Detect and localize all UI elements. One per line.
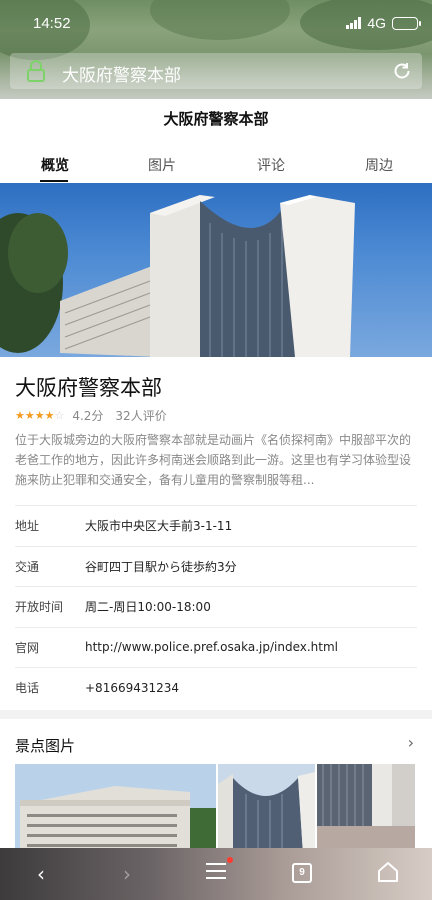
- tab-count-button[interactable]: 9: [292, 863, 312, 883]
- section-divider: [0, 710, 432, 719]
- lock-icon: [27, 60, 45, 82]
- info-value: 周二-周日10:00-18:00: [85, 600, 211, 615]
- page-title: 大阪府警察本部: [163, 110, 269, 128]
- info-row-address: 地址 大阪市中央区大手前3-1-11: [15, 505, 417, 546]
- status-time: 14:52: [33, 15, 71, 32]
- tab-overview[interactable]: 概览: [41, 155, 69, 175]
- info-table: 地址 大阪市中央区大手前3-1-11 交通 谷町四丁目駅から徒歩約3分 开放时间…: [15, 505, 417, 708]
- info-label: 交通: [15, 559, 40, 574]
- info-row-website: 官网 http://www.police.pref.osaka.jp/index…: [15, 626, 417, 668]
- status-indicators: 4G: [346, 15, 421, 31]
- info-label: 开放时间: [15, 600, 64, 615]
- gallery-thumb[interactable]: [15, 764, 216, 854]
- star-rating-icon: ★★★★☆: [15, 409, 65, 422]
- info-label: 地址: [15, 519, 40, 534]
- active-tab-indicator: [40, 180, 68, 182]
- review-count[interactable]: 32人评价: [115, 407, 166, 424]
- info-label: 电话: [15, 681, 40, 696]
- info-value: 谷町四丁目駅から徒歩約3分: [85, 559, 237, 574]
- tab-photos[interactable]: 图片: [148, 155, 176, 175]
- gallery-thumb[interactable]: [218, 764, 315, 854]
- gallery-photo: [15, 764, 216, 854]
- place-name: 大阪府警察本部: [15, 376, 162, 400]
- gallery-title: 景点图片: [15, 737, 76, 755]
- rating-row: ★★★★☆ 4.2分 32人评价: [15, 407, 167, 424]
- status-bar: 14:52 4G: [0, 0, 432, 48]
- menu-icon[interactable]: [206, 862, 226, 880]
- notification-dot: [227, 857, 233, 863]
- info-row-hours: 开放时间 周二-周日10:00-18:00: [15, 586, 417, 627]
- network-type: 4G: [367, 15, 386, 31]
- browser-header: 14:52 4G 大阪府警察本部: [0, 0, 432, 99]
- address-bar[interactable]: 大阪府警察本部: [10, 53, 422, 89]
- hero-image[interactable]: [0, 183, 432, 357]
- chevron-right-icon[interactable]: ›: [408, 733, 414, 752]
- place-description[interactable]: 位于大阪城旁边的大阪府警察本部就是动画片《名侦探柯南》中服部平次的老爸工作的地方…: [15, 430, 420, 490]
- battery-icon: [392, 16, 421, 30]
- website-link[interactable]: http://www.police.pref.osaka.jp/index.ht…: [85, 640, 338, 654]
- forward-button[interactable]: ›: [123, 862, 131, 886]
- address-text[interactable]: 大阪府警察本部: [62, 61, 181, 86]
- info-label: 官网: [15, 640, 40, 655]
- signal-icon: [346, 17, 362, 29]
- back-button[interactable]: ‹: [37, 862, 45, 886]
- refresh-icon[interactable]: [392, 61, 412, 81]
- gallery-thumb[interactable]: [317, 764, 415, 854]
- home-icon[interactable]: [377, 861, 399, 883]
- tab-bar: 概览 图片 评论 周边: [0, 145, 432, 183]
- building-photo: [0, 195, 355, 357]
- tab-reviews[interactable]: 评论: [257, 155, 285, 175]
- rating-score: 4.2分: [72, 409, 104, 423]
- bottom-navigation: ‹ ›: [0, 848, 432, 900]
- tab-nearby[interactable]: 周边: [365, 155, 393, 175]
- gallery-photo: [218, 764, 315, 854]
- info-row-phone: 电话 +81669431234: [15, 667, 417, 708]
- gallery-photo: [317, 764, 415, 854]
- phone-link[interactable]: +81669431234: [85, 681, 179, 695]
- info-row-transport: 交通 谷町四丁目駅から徒歩約3分: [15, 545, 417, 587]
- info-value[interactable]: 大阪市中央区大手前3-1-11: [85, 517, 232, 534]
